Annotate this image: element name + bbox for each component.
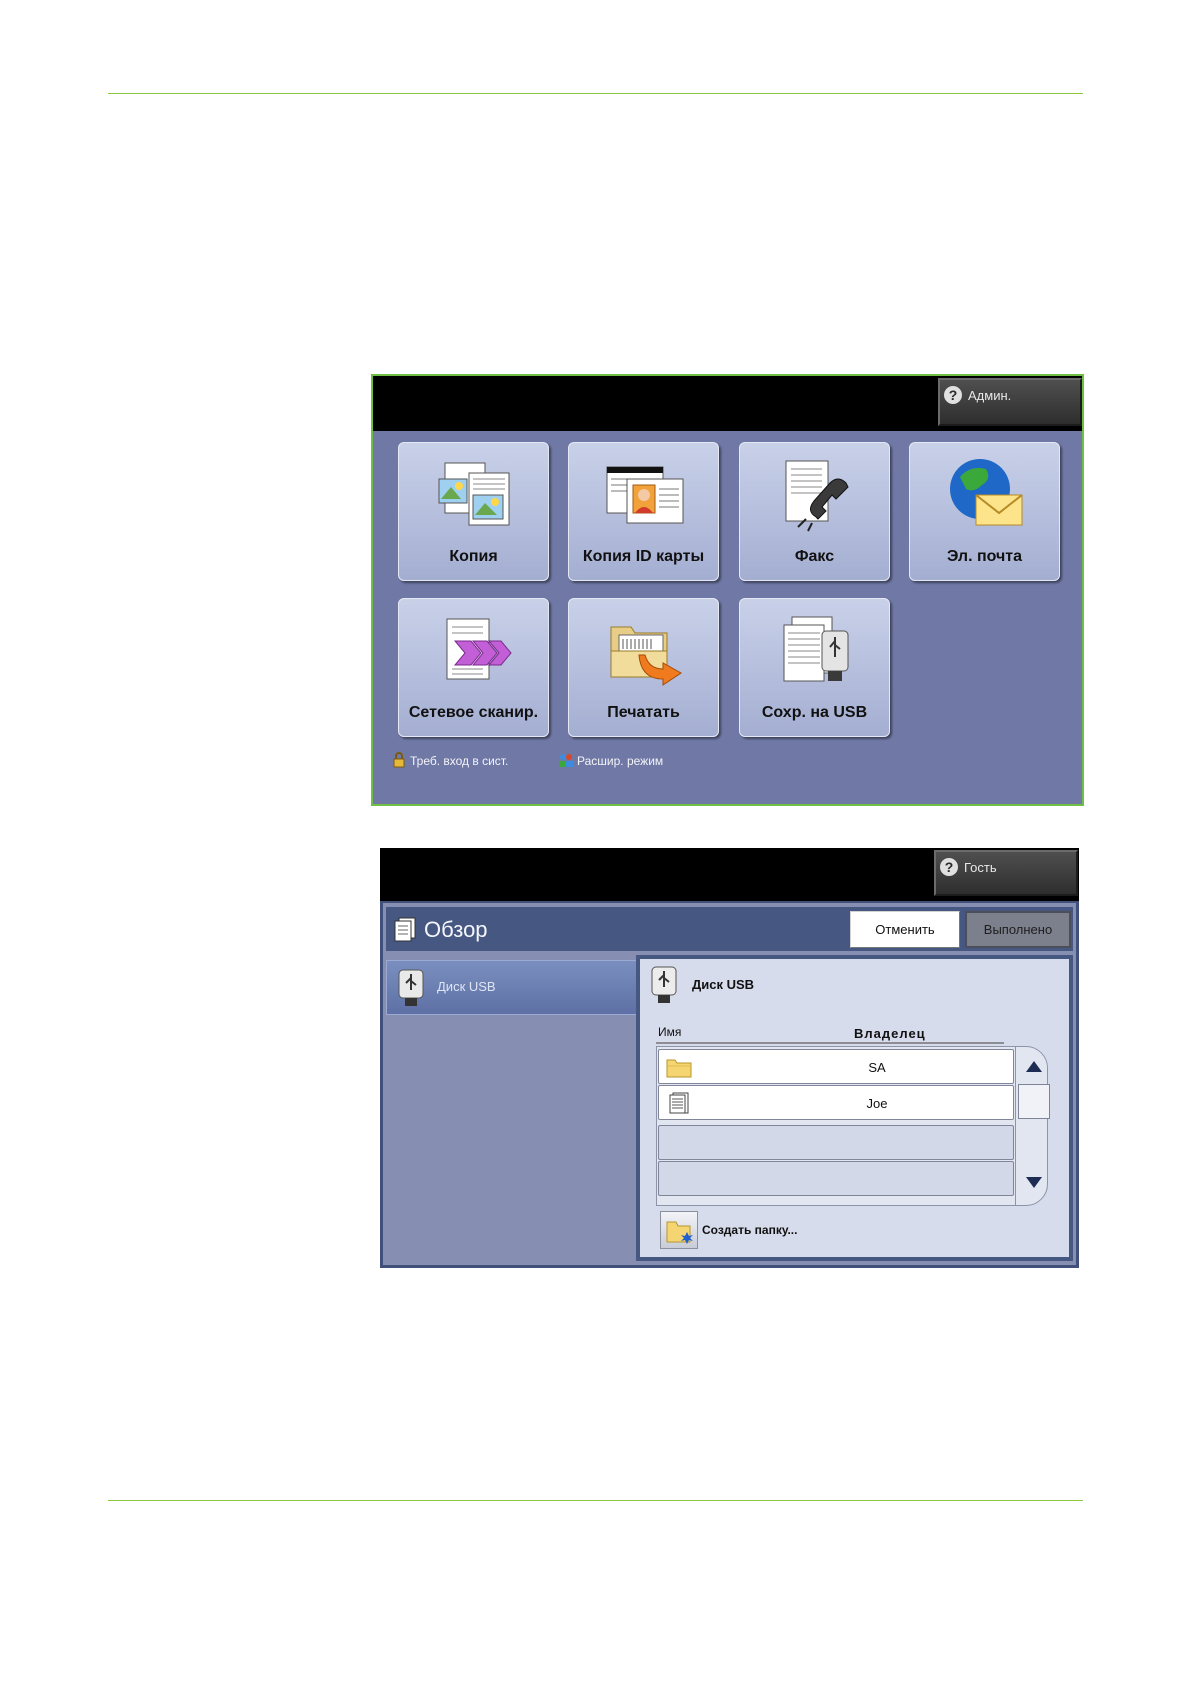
row-owner: Joe xyxy=(866,1096,888,1111)
usb-drive-icon xyxy=(398,969,424,1006)
scroll-up-icon[interactable] xyxy=(1026,1061,1042,1072)
help-icon: ? xyxy=(940,858,958,876)
column-header-owner[interactable]: Владелец xyxy=(854,1026,926,1041)
top-rule xyxy=(108,93,1083,94)
browse-icon xyxy=(394,917,416,942)
network-scan-label: Сетевое сканир. xyxy=(408,704,539,721)
page-title: Обзор xyxy=(424,917,488,942)
print-icon xyxy=(610,626,682,686)
done-button[interactable]: Выполнено xyxy=(965,911,1071,948)
network-scan-icon xyxy=(446,618,512,680)
copy-label: Копия xyxy=(449,548,498,565)
copy-icon xyxy=(438,462,510,526)
status-bar: ? Админ. xyxy=(373,376,1082,431)
manual-page: ? Админ. Копия Копия ID карты Факс Эл. п… xyxy=(0,0,1190,1684)
email-label: Эл. почта xyxy=(946,548,1023,565)
cancel-button[interactable]: Отменить xyxy=(850,911,960,948)
users-icon xyxy=(559,754,573,767)
guest-button[interactable]: ? Гость xyxy=(934,850,1078,896)
id-card-copy-icon xyxy=(606,466,684,524)
folder-icon xyxy=(666,1059,692,1078)
create-folder-label[interactable]: Создать папку... xyxy=(702,1223,797,1237)
fax-tile[interactable]: Факс xyxy=(739,442,890,581)
document-icon xyxy=(669,1092,689,1114)
guest-label: Гость xyxy=(964,860,997,875)
admin-button[interactable]: ? Админ. xyxy=(938,378,1082,426)
file-browser-pane: Диск USB Имя Владелец SA Joe Создать пап… xyxy=(636,955,1073,1261)
status-bar: ? Гость xyxy=(380,848,1079,901)
admin-label: Админ. xyxy=(968,388,1012,403)
column-header-name[interactable]: Имя xyxy=(658,1025,681,1039)
fax-label: Факс xyxy=(794,548,835,565)
copy-tile[interactable]: Копия xyxy=(398,442,549,581)
email-tile[interactable]: Эл. почта xyxy=(909,442,1060,581)
lock-icon xyxy=(393,752,405,768)
scrollbar[interactable] xyxy=(1015,1047,1050,1205)
store-to-usb-tile[interactable]: Сохр. на USB xyxy=(739,598,890,737)
location-title: Диск USB xyxy=(692,977,755,992)
row-owner: SA xyxy=(868,1060,886,1075)
empty-row xyxy=(658,1161,1014,1196)
store-to-usb-icon xyxy=(783,616,849,682)
print-label: Печатать xyxy=(607,704,680,721)
bottom-rule xyxy=(108,1500,1083,1501)
new-folder-icon xyxy=(666,1221,693,1244)
browse-body: Обзор Отменить Выполнено Диск USB Диск U… xyxy=(383,903,1076,1265)
login-required-label: Треб. вход в сист. xyxy=(410,754,509,768)
help-icon: ? xyxy=(944,386,962,404)
fax-icon xyxy=(785,460,849,532)
browse-title-bar: Обзор Отменить Выполнено xyxy=(386,907,1073,951)
table-row[interactable]: SA xyxy=(658,1049,1014,1084)
usb-drive-label: Диск USB xyxy=(437,979,496,994)
advanced-mode-label: Расшир. режим xyxy=(577,754,664,768)
table-row[interactable]: Joe xyxy=(658,1085,1014,1120)
file-list: SA Joe xyxy=(656,1046,1050,1206)
store-to-usb-label: Сохр. на USB xyxy=(761,704,868,721)
id-card-copy-tile[interactable]: Копия ID карты xyxy=(568,442,719,581)
advanced-mode-status: Расшир. режим xyxy=(558,752,663,768)
scrollbar-thumb[interactable] xyxy=(1018,1084,1050,1119)
id-card-copy-label: Копия ID карты xyxy=(582,548,705,565)
location-list: Диск USB xyxy=(386,955,638,1261)
create-folder-button[interactable] xyxy=(660,1211,698,1249)
home-screen: ? Админ. Копия Копия ID карты Факс Эл. п… xyxy=(371,374,1084,806)
empty-row xyxy=(658,1125,1014,1160)
network-scan-tile[interactable]: Сетевое сканир. xyxy=(398,598,549,737)
email-icon xyxy=(950,459,1023,526)
header-divider xyxy=(656,1042,1004,1044)
usb-drive-icon xyxy=(651,966,677,1003)
print-tile[interactable]: Печатать xyxy=(568,598,719,737)
location-item-usb-drive[interactable]: Диск USB xyxy=(386,960,638,1015)
browse-screen: ? Гость Обзор Отменить Выполнено Диск US… xyxy=(380,848,1079,1268)
scroll-down-icon[interactable] xyxy=(1026,1177,1042,1188)
login-required-status: Треб. вход в сист. xyxy=(391,752,508,768)
